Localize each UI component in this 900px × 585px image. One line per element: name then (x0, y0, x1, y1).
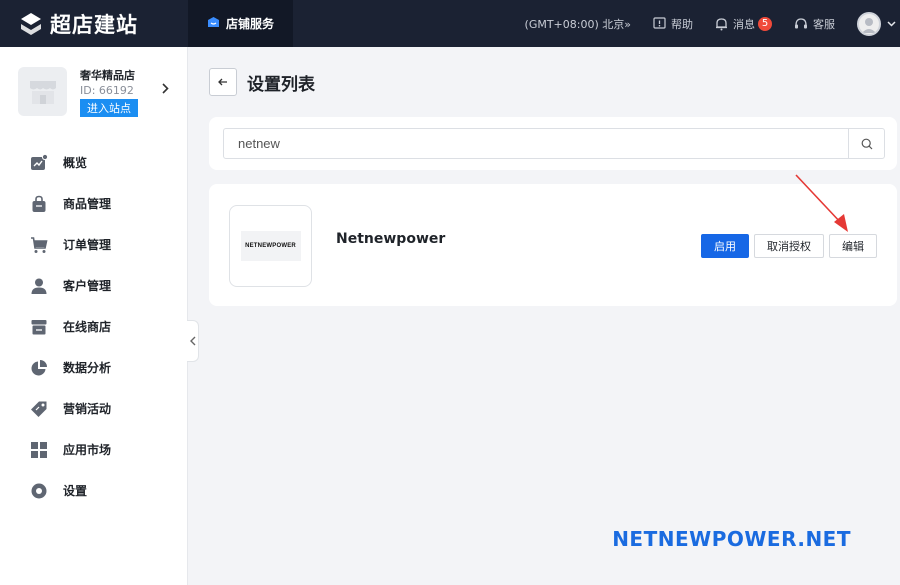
messages-label: 消息 (733, 17, 755, 31)
sidebar-item-analytics[interactable]: 数据分析 (0, 347, 187, 388)
bell-icon (716, 17, 727, 30)
brand-name: 超店建站 (50, 12, 138, 37)
chevron-right-icon[interactable] (162, 83, 169, 97)
enable-button[interactable]: 启用 (701, 234, 749, 258)
store-name: 奢华精品店 (80, 69, 135, 82)
sidebar-item-overview[interactable]: 概览 (0, 142, 187, 183)
timezone-label: (GMT+08:00) 北京» (524, 17, 631, 31)
sidebar-item-label: 设置 (63, 484, 88, 498)
enter-site-button[interactable]: 进入站点 (80, 99, 138, 117)
arrow-left-icon (218, 78, 227, 86)
help-icon (653, 17, 666, 29)
bag-icon (30, 195, 48, 213)
sidebar-item-label: 订单管理 (63, 238, 112, 252)
timezone-selector[interactable]: (GMT+08:00) 北京» (525, 16, 631, 32)
customer-service-link[interactable]: 客服 (794, 16, 835, 32)
store-id: ID: 66192 (80, 84, 134, 97)
sidebar-item-label: 客户管理 (63, 279, 112, 293)
sidebar-item-products[interactable]: 商品管理 (0, 183, 187, 224)
sidebar-item-label: 数据分析 (63, 361, 112, 375)
sidebar-item-marketing[interactable]: 营销活动 (0, 388, 187, 429)
store-icon (30, 318, 48, 336)
sidebar-item-orders[interactable]: 订单管理 (0, 224, 187, 265)
search-button[interactable] (848, 129, 884, 158)
pie-chart-icon (30, 359, 48, 377)
store-switcher[interactable]: 奢华精品店 ID: 66192 进入站点 (0, 47, 187, 121)
overview-icon (30, 153, 48, 172)
brand-logo[interactable]: 超店建站 (0, 0, 188, 47)
help-link[interactable]: 帮助 (653, 16, 693, 32)
gear-icon (30, 482, 48, 500)
messages-link[interactable]: 消息 5 (715, 16, 772, 32)
messages-badge: 5 (758, 16, 772, 31)
chevron-down-icon[interactable] (887, 17, 896, 30)
storefront-icon (29, 80, 56, 104)
sidebar-item-label: 营销活动 (63, 402, 112, 416)
sidebar-item-settings[interactable]: 设置 (0, 470, 187, 511)
chevron-left-icon (189, 336, 195, 346)
help-label: 帮助 (671, 17, 693, 31)
cart-icon (30, 236, 48, 254)
sidebar-item-label: 概览 (63, 156, 88, 170)
search-card (209, 117, 897, 170)
store-thumbnail (18, 67, 67, 116)
sidebar-item-label: 在线商店 (63, 320, 112, 334)
app-logo: NETNEWPOWER (229, 205, 312, 287)
sidebar-menu: 概览 商品管理 订单管理 客户管理 在线商店 数据分析 营销活动 应用市场 设置 (0, 142, 187, 511)
search-box (223, 128, 885, 159)
back-button[interactable] (209, 68, 237, 96)
headset-icon (795, 17, 807, 28)
annotation-arrow-icon (795, 174, 848, 232)
service-label: 客服 (813, 17, 835, 31)
store-services-icon (207, 16, 220, 31)
tag-icon (30, 400, 48, 418)
app-name: Netnewpower (336, 231, 446, 247)
page-title: 设置列表 (247, 74, 315, 95)
search-input[interactable] (224, 129, 848, 158)
avatar[interactable] (857, 11, 881, 36)
sidebar-item-label: 商品管理 (63, 197, 112, 211)
tab-store-services[interactable]: 店铺服务 (188, 0, 293, 47)
watermark-text: NETNEWPOWER.NET (612, 527, 851, 551)
sidebar-item-app-market[interactable]: 应用市场 (0, 429, 187, 470)
user-icon (30, 277, 48, 295)
sidebar: 奢华精品店 ID: 66192 进入站点 概览 商品管理 订单管理 客户管理 在… (0, 47, 188, 585)
sidebar-item-label: 应用市场 (63, 443, 112, 457)
app-logo-text: NETNEWPOWER (240, 231, 301, 261)
tab-store-services-label: 店铺服务 (225, 17, 274, 31)
top-bar: 超店建站 店铺服务 (GMT+08:00) 北京» 帮助 消息 5 客服 (0, 0, 900, 47)
logo-icon (18, 11, 44, 37)
sidebar-item-online-store[interactable]: 在线商店 (0, 306, 187, 347)
sidebar-item-customers[interactable]: 客户管理 (0, 265, 187, 306)
search-icon (861, 138, 872, 149)
grid-icon (30, 441, 48, 459)
sidebar-collapse-toggle[interactable] (187, 320, 199, 362)
